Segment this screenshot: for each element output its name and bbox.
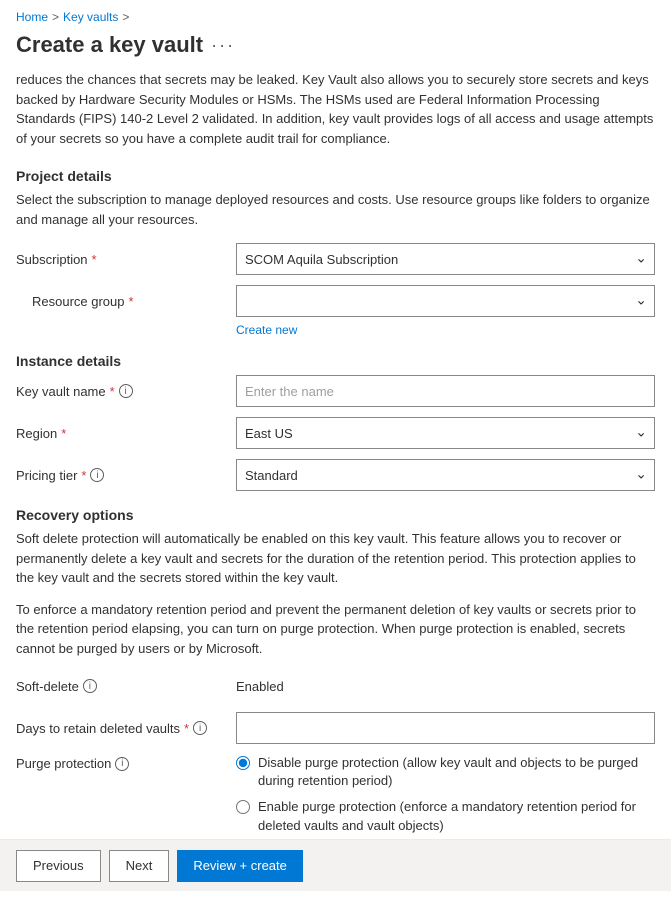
- resource-group-label: Resource group: [32, 294, 125, 309]
- subscription-select-wrapper: SCOM Aquila Subscription: [236, 243, 655, 275]
- soft-delete-value-col: Enabled: [236, 679, 655, 694]
- days-retain-required: *: [184, 721, 189, 736]
- region-select[interactable]: East US: [236, 417, 655, 449]
- breadcrumb-sep1: >: [52, 10, 59, 24]
- resource-group-control: [236, 285, 655, 317]
- resource-group-label-col: Resource group *: [16, 294, 236, 309]
- region-row: Region * East US: [16, 417, 655, 449]
- purge-disable-radio[interactable]: [236, 756, 250, 770]
- next-button[interactable]: Next: [109, 850, 170, 882]
- project-details-desc: Select the subscription to manage deploy…: [16, 190, 655, 229]
- region-control: East US: [236, 417, 655, 449]
- purge-disable-label[interactable]: Disable purge protection (allow key vaul…: [258, 754, 655, 790]
- key-vault-name-info-icon[interactable]: i: [119, 384, 133, 398]
- breadcrumb-home[interactable]: Home: [16, 10, 48, 24]
- subscription-select[interactable]: SCOM Aquila Subscription: [236, 243, 655, 275]
- pricing-tier-select[interactable]: StandardPremium: [236, 459, 655, 491]
- soft-delete-row: Soft-delete i Enabled: [16, 670, 655, 702]
- region-select-wrapper: East US: [236, 417, 655, 449]
- days-retain-row: Days to retain deleted vaults * i 90: [16, 712, 655, 744]
- breadcrumb: Home > Key vaults >: [0, 0, 671, 28]
- instance-details-title: Instance details: [16, 353, 655, 369]
- resource-group-row: Resource group *: [16, 285, 655, 317]
- recovery-options-section: Recovery options Soft delete protection …: [16, 507, 655, 658]
- page-title: Create a key vault: [16, 32, 203, 58]
- days-retain-label: Days to retain deleted vaults * i: [16, 721, 236, 736]
- pricing-tier-info-icon[interactable]: i: [90, 468, 104, 482]
- previous-button[interactable]: Previous: [16, 850, 101, 882]
- project-details-section: Project details Select the subscription …: [16, 168, 655, 229]
- key-vault-name-row: Key vault name * i: [16, 375, 655, 407]
- days-retain-control: 90: [236, 712, 655, 744]
- soft-delete-value: Enabled: [236, 679, 284, 694]
- pricing-tier-required: *: [81, 468, 86, 483]
- soft-delete-label: Soft-delete i: [16, 679, 236, 694]
- footer-bar: Previous Next Review + create: [0, 839, 671, 891]
- key-vault-name-input[interactable]: [236, 375, 655, 407]
- purge-protection-info-icon[interactable]: i: [115, 757, 129, 771]
- purge-disable-option: Disable purge protection (allow key vaul…: [236, 754, 655, 790]
- create-new-link[interactable]: Create new: [236, 323, 655, 337]
- pricing-tier-label: Pricing tier * i: [16, 468, 236, 483]
- purge-enable-radio[interactable]: [236, 800, 250, 814]
- key-vault-name-control: [236, 375, 655, 407]
- breadcrumb-keyvaults[interactable]: Key vaults: [63, 10, 118, 24]
- resource-group-select-wrapper: [236, 285, 655, 317]
- purge-enable-option: Enable purge protection (enforce a manda…: [236, 798, 655, 834]
- page-title-row: Create a key vault ···: [0, 28, 671, 70]
- resource-group-required: *: [129, 294, 134, 309]
- project-details-title: Project details: [16, 168, 655, 184]
- subscription-label: Subscription *: [16, 252, 236, 267]
- purge-protection-options: Disable purge protection (allow key vaul…: [236, 754, 655, 843]
- breadcrumb-sep2: >: [122, 10, 129, 24]
- pricing-tier-select-wrapper: StandardPremium: [236, 459, 655, 491]
- resource-group-select[interactable]: [236, 285, 655, 317]
- pricing-tier-control: StandardPremium: [236, 459, 655, 491]
- region-label: Region *: [16, 426, 236, 441]
- soft-delete-desc: Soft delete protection will automaticall…: [16, 529, 655, 588]
- more-options-icon[interactable]: ···: [211, 35, 235, 56]
- content-area: reduces the chances that secrets may be …: [0, 70, 671, 913]
- purge-protection-row: Purge protection i Disable purge protect…: [16, 754, 655, 843]
- region-required: *: [61, 426, 66, 441]
- recovery-options-title: Recovery options: [16, 507, 655, 523]
- review-create-button[interactable]: Review + create: [177, 850, 303, 882]
- purge-protection-label: Purge protection i: [16, 754, 236, 771]
- purge-desc: To enforce a mandatory retention period …: [16, 600, 655, 659]
- purge-enable-label[interactable]: Enable purge protection (enforce a manda…: [258, 798, 655, 834]
- pricing-tier-row: Pricing tier * i StandardPremium: [16, 459, 655, 491]
- subscription-control: SCOM Aquila Subscription: [236, 243, 655, 275]
- subscription-row: Subscription * SCOM Aquila Subscription: [16, 243, 655, 275]
- subscription-required: *: [92, 252, 97, 267]
- days-retain-info-icon[interactable]: i: [193, 721, 207, 735]
- soft-delete-info-icon[interactable]: i: [83, 679, 97, 693]
- intro-text: reduces the chances that secrets may be …: [16, 70, 655, 148]
- days-retain-input[interactable]: 90: [236, 712, 655, 744]
- key-vault-name-required: *: [110, 384, 115, 399]
- key-vault-name-label: Key vault name * i: [16, 384, 236, 399]
